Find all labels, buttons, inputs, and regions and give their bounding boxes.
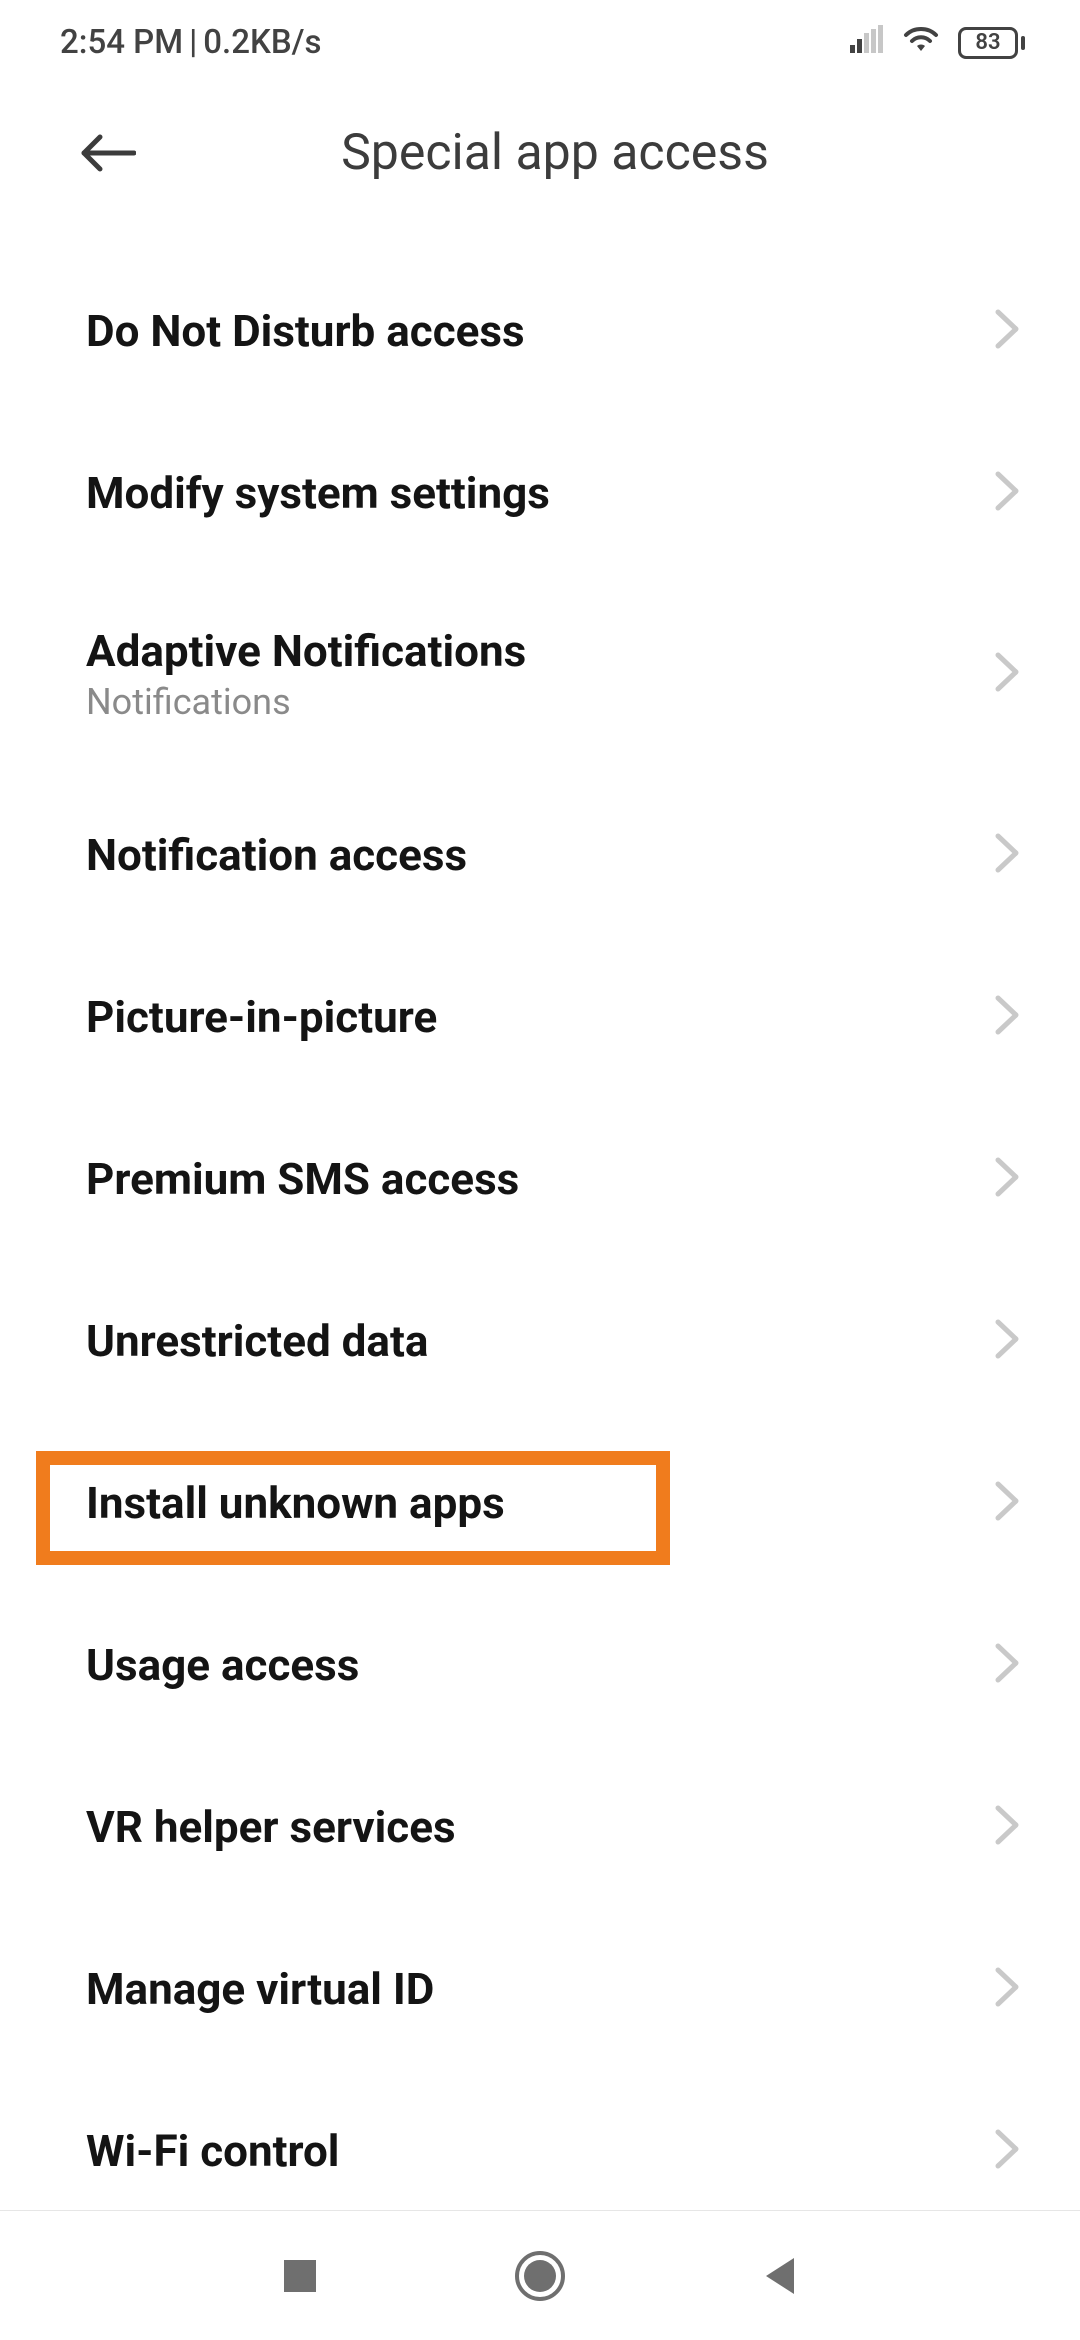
square-icon — [282, 2258, 318, 2294]
row-notification-access[interactable]: Notification access — [0, 774, 1080, 936]
status-left: 2:54 PM | 0.2KB/s — [60, 23, 322, 62]
row-wifi-control[interactable]: Wi-Fi control — [0, 2070, 1080, 2232]
row-title: Modify system settings — [86, 467, 550, 520]
chevron-right-icon — [994, 1966, 1020, 2012]
nav-recent-button[interactable] — [260, 2236, 340, 2316]
row-title: Unrestricted data — [86, 1315, 428, 1368]
row-modify-system-settings[interactable]: Modify system settings — [0, 412, 1080, 574]
chevron-right-icon — [994, 832, 1020, 878]
settings-list: Do Not Disturb access Modify system sett… — [0, 220, 1080, 2232]
chevron-right-icon — [994, 1318, 1020, 1364]
signal-icon — [850, 23, 884, 62]
row-title: Install unknown apps — [86, 1477, 505, 1530]
status-separator: | — [189, 23, 197, 62]
row-premium-sms-access[interactable]: Premium SMS access — [0, 1098, 1080, 1260]
row-title: Notification access — [86, 829, 467, 882]
chevron-right-icon — [994, 470, 1020, 516]
row-title: Premium SMS access — [86, 1153, 519, 1206]
wifi-icon — [902, 23, 940, 62]
chevron-right-icon — [994, 994, 1020, 1040]
page-title: Special app access — [110, 124, 1000, 182]
triangle-left-icon — [762, 2256, 798, 2296]
app-bar: Special app access — [0, 85, 1080, 220]
row-subtitle: Notifications — [86, 681, 526, 723]
battery-percentage: 83 — [958, 27, 1018, 59]
row-title: VR helper services — [86, 1801, 456, 1854]
row-adaptive-notifications[interactable]: Adaptive Notifications Notifications — [0, 574, 1080, 774]
status-net-speed: 0.2KB/s — [203, 23, 321, 62]
chevron-right-icon — [994, 1804, 1020, 1850]
status-right: 83 — [850, 23, 1025, 62]
row-install-unknown-apps[interactable]: Install unknown apps — [0, 1422, 1080, 1584]
row-title: Manage virtual ID — [86, 1963, 434, 2016]
circle-icon — [514, 2250, 566, 2302]
row-picture-in-picture[interactable]: Picture-in-picture — [0, 936, 1080, 1098]
chevron-right-icon — [994, 1480, 1020, 1526]
chevron-right-icon — [994, 1642, 1020, 1688]
row-vr-helper-services[interactable]: VR helper services — [0, 1746, 1080, 1908]
row-usage-access[interactable]: Usage access — [0, 1584, 1080, 1746]
chevron-right-icon — [994, 651, 1020, 697]
chevron-right-icon — [994, 2128, 1020, 2174]
navigation-bar — [0, 2210, 1080, 2340]
row-title: Usage access — [86, 1639, 359, 1692]
row-title: Adaptive Notifications — [86, 625, 526, 678]
row-title: Wi-Fi control — [86, 2125, 339, 2178]
row-title: Do Not Disturb access — [86, 305, 525, 358]
chevron-right-icon — [994, 308, 1020, 354]
battery-icon: 83 — [958, 27, 1025, 59]
row-manage-virtual-id[interactable]: Manage virtual ID — [0, 1908, 1080, 2070]
row-title: Picture-in-picture — [86, 991, 437, 1044]
status-time: 2:54 PM — [60, 23, 183, 62]
status-bar: 2:54 PM | 0.2KB/s 83 — [0, 0, 1080, 85]
chevron-right-icon — [994, 1156, 1020, 1202]
row-unrestricted-data[interactable]: Unrestricted data — [0, 1260, 1080, 1422]
row-do-not-disturb-access[interactable]: Do Not Disturb access — [0, 250, 1080, 412]
nav-home-button[interactable] — [500, 2236, 580, 2316]
nav-back-button[interactable] — [740, 2236, 820, 2316]
